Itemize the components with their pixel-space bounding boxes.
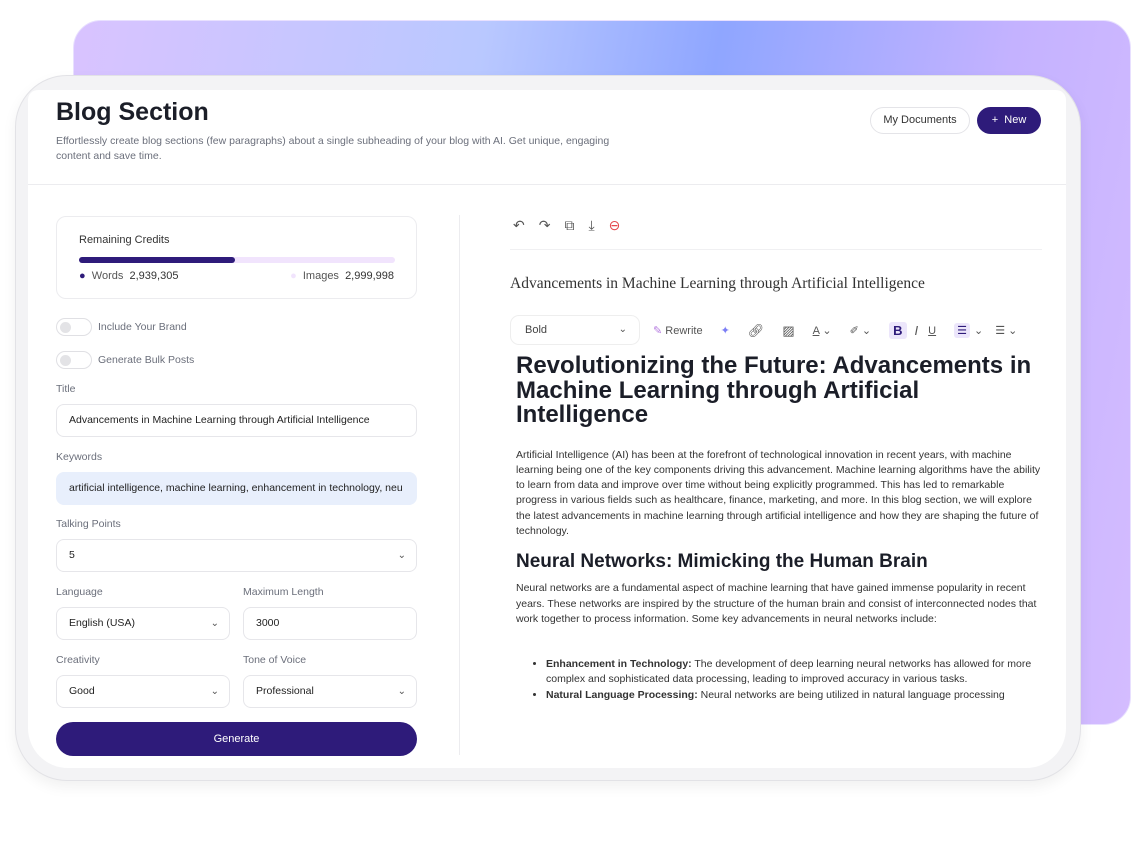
redo-icon[interactable]: ↷ xyxy=(539,217,551,234)
credits-card: Remaining Credits ● Words 2,939,305 ● Im… xyxy=(56,216,417,299)
bulk-posts-toggle[interactable] xyxy=(56,351,92,369)
include-brand-label: Include Your Brand xyxy=(98,321,187,333)
words-progress-fill xyxy=(79,257,236,263)
chevron-down-icon: ⌄ xyxy=(618,324,627,335)
underline-icon[interactable]: U xyxy=(928,325,936,337)
plus-icon: + xyxy=(991,114,999,126)
numbered-list-icon[interactable]: ☰ ⌄ xyxy=(995,324,1017,337)
credits-title: Remaining Credits xyxy=(79,234,170,246)
words-dot-icon: ● xyxy=(79,270,86,282)
panel-divider xyxy=(459,215,460,755)
include-brand-toggle[interactable] xyxy=(56,318,92,336)
header-divider xyxy=(28,184,1066,185)
chevron-down-icon: ⌄ xyxy=(210,618,219,629)
language-label: Language xyxy=(56,586,103,598)
page-title: Blog Section xyxy=(56,98,209,126)
bulk-posts-label: Generate Bulk Posts xyxy=(98,354,195,366)
images-dot-icon: ● xyxy=(290,270,297,282)
chevron-down-icon: ⌄ xyxy=(397,686,406,697)
list-item-term: Natural Language Processing: xyxy=(546,688,698,701)
pencil-icon: ✎ xyxy=(653,325,663,337)
my-documents-button[interactable]: My Documents xyxy=(870,107,970,134)
talking-points-label: Talking Points xyxy=(56,518,121,530)
creativity-select[interactable]: Good ⌄ xyxy=(56,675,230,708)
delete-icon[interactable]: ⊖ xyxy=(609,217,621,234)
undo-icon[interactable]: ↶ xyxy=(513,217,525,234)
title-input[interactable]: Advancements in Machine Learning through… xyxy=(56,404,417,437)
creativity-value: Good xyxy=(69,685,95,697)
words-label: Words xyxy=(91,270,124,282)
download-icon[interactable]: ⤓ xyxy=(588,217,594,234)
title-label: Title xyxy=(56,383,76,395)
highlight-icon[interactable]: ✐ ⌄ xyxy=(850,324,872,337)
copy-icon[interactable]: ⧉ xyxy=(564,217,574,234)
new-label: New xyxy=(1004,114,1027,126)
toolbar-divider xyxy=(510,249,1042,250)
bullet-list: Enhancement in Technology: The developme… xyxy=(530,657,1041,703)
list-item: Enhancement in Technology: The developme… xyxy=(546,657,1041,688)
list-item-term: Enhancement in Technology: xyxy=(546,658,692,671)
ai-sparkle-icon[interactable]: ✦ xyxy=(721,324,730,337)
italic-icon[interactable]: I xyxy=(915,323,919,338)
images-legend: ● Images 2,999,998 xyxy=(290,270,394,282)
rewrite-button[interactable]: ✎ Rewrite xyxy=(653,324,703,337)
talking-points-value: 5 xyxy=(69,549,75,561)
rewrite-label: Rewrite xyxy=(665,325,703,337)
generate-button[interactable]: Generate xyxy=(56,722,417,756)
tone-value: Professional xyxy=(256,685,314,697)
document-title[interactable]: Advancements in Machine Learning through… xyxy=(510,275,925,293)
images-label: Images xyxy=(302,270,339,282)
format-value: Bold xyxy=(525,324,548,336)
tone-label: Tone of Voice xyxy=(243,654,307,666)
credits-progress xyxy=(79,257,395,263)
bold-icon[interactable]: B xyxy=(889,322,907,339)
text-color-icon[interactable]: A ⌄ xyxy=(813,324,832,337)
max-length-label: Maximum Length xyxy=(243,586,324,598)
max-length-input[interactable]: 3000 xyxy=(243,607,417,640)
format-toolbar: ✎ Rewrite ✦ 🔗︎ ▨ A ⌄ ✐ ⌄ B I U ☰ ⌄ ☰ ⌄ xyxy=(653,322,1017,339)
paragraph-1: Artificial Intelligence (AI) has been at… xyxy=(516,448,1041,537)
keywords-label: Keywords xyxy=(56,451,103,463)
tone-select[interactable]: Professional ⌄ xyxy=(243,675,417,708)
image-icon[interactable]: ▨ xyxy=(782,323,794,339)
talking-points-select[interactable]: 5 ⌄ xyxy=(56,539,417,572)
new-button[interactable]: + New xyxy=(977,107,1041,134)
list-item-text: Neural networks are being utilized in na… xyxy=(697,688,1005,701)
paragraph-2: Neural networks are a fundamental aspect… xyxy=(516,582,1037,625)
heading-1: Revolutionizing the Future: Advancements… xyxy=(516,352,1032,428)
page-description: Effortlessly create blog sections (few p… xyxy=(56,135,610,162)
language-value: English (USA) xyxy=(69,617,135,629)
words-value: 2,939,305 xyxy=(129,270,179,282)
heading-2: Neural Networks: Mimicking the Human Bra… xyxy=(516,551,928,573)
keywords-input[interactable]: artificial intelligence, machine learnin… xyxy=(56,472,417,505)
bullet-list-icon[interactable]: ☰ xyxy=(954,323,970,338)
list-item: Natural Language Processing: Neural netw… xyxy=(546,688,1041,703)
words-legend: ● Words 2,939,305 xyxy=(79,270,178,282)
link-icon[interactable]: 🔗︎ xyxy=(748,323,765,339)
app-screen: Blog Section Effortlessly create blog se… xyxy=(28,90,1066,768)
chevron-down-icon: ⌄ xyxy=(397,550,406,561)
document-body[interactable]: Revolutionizing the Future: Advancements… xyxy=(516,352,1041,703)
chevron-down-icon: ⌄ xyxy=(210,686,219,697)
format-select[interactable]: Bold ⌄ xyxy=(510,315,640,345)
creativity-label: Creativity xyxy=(56,654,100,666)
document-toolbar: ↶ ↷ ⧉ ⤓ ⊖ xyxy=(513,217,620,234)
images-value: 2,999,998 xyxy=(345,270,394,282)
chevron-down-icon[interactable]: ⌄ xyxy=(974,324,983,337)
language-select[interactable]: English (USA) ⌄ xyxy=(56,607,230,640)
